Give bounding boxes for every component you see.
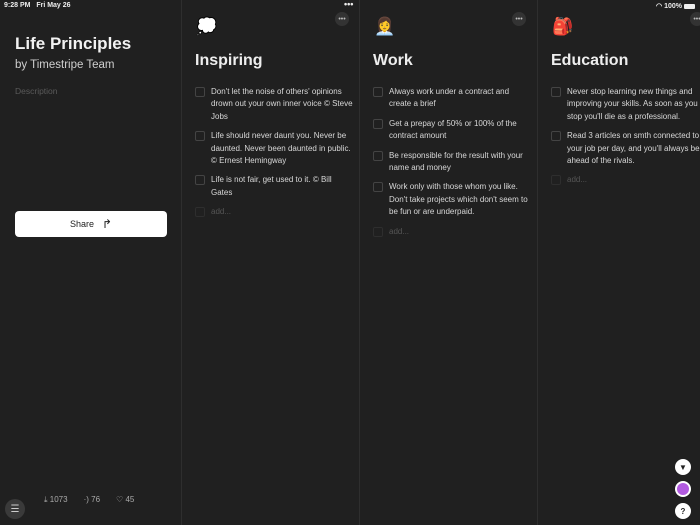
task-checkbox[interactable] xyxy=(195,87,205,97)
task-item: Never stop learning new things and impro… xyxy=(551,86,700,123)
task-item: Life is not fair, get used to it. © Bill… xyxy=(195,174,355,199)
add-task[interactable]: add... xyxy=(195,206,355,218)
column-title: Education xyxy=(551,52,629,69)
task-text[interactable]: Be responsible for the result with your … xyxy=(389,150,533,175)
menu-button[interactable]: ☰ xyxy=(5,499,25,519)
column-title: Inspiring xyxy=(195,52,263,69)
task-item: Don't let the noise of others' opinions … xyxy=(195,86,355,123)
task-checkbox[interactable] xyxy=(551,87,561,97)
task-item: Read 3 articles on smth connected to you… xyxy=(551,130,700,167)
column-emoji-icon: 💭 xyxy=(196,17,218,36)
description-field[interactable]: Description xyxy=(15,86,58,96)
board-stats: ⤓ 1073 ·) 76 ♡ 45 xyxy=(44,495,134,505)
task-item: Get a prepay of 50% or 100% of the contr… xyxy=(373,118,533,143)
color-swatch-icon xyxy=(677,483,689,495)
task-checkbox[interactable] xyxy=(195,131,205,142)
add-task-placeholder[interactable]: add... xyxy=(389,226,409,238)
task-text[interactable]: Don't let the noise of others' opinions … xyxy=(211,86,355,123)
task-text[interactable]: Work only with those whom you like. Don'… xyxy=(389,181,533,218)
task-list: Always work under a contract and create … xyxy=(373,86,533,245)
column-work: 👩‍💼 ••• Work Always work under a contract… xyxy=(359,0,537,525)
task-checkbox xyxy=(373,226,383,237)
help-button[interactable]: ? xyxy=(675,503,691,519)
download-icon: ⤓ xyxy=(44,495,48,504)
task-checkbox[interactable] xyxy=(195,175,205,186)
add-task-placeholder[interactable]: add... xyxy=(567,174,587,186)
task-checkbox[interactable] xyxy=(373,182,383,193)
task-list: Never stop learning new things and impro… xyxy=(551,86,700,194)
task-item: Life should never daunt you. Never be da… xyxy=(195,130,355,167)
column-emoji-icon: 🎒 xyxy=(552,17,574,36)
task-checkbox xyxy=(551,175,561,186)
column-more-button[interactable]: ••• xyxy=(335,12,349,26)
filter-button[interactable]: ▼ xyxy=(675,459,691,475)
task-checkbox xyxy=(195,207,205,218)
task-text[interactable]: Life should never daunt you. Never be da… xyxy=(211,130,355,167)
task-text[interactable]: Life is not fair, get used to it. © Bill… xyxy=(211,174,355,199)
theme-color-button[interactable] xyxy=(675,481,691,497)
share-label: Share xyxy=(69,219,94,229)
board-info-panel: Life Principles by Timestripe Team Descr… xyxy=(0,0,181,525)
column-title: Work xyxy=(373,52,413,69)
task-text[interactable]: Never stop learning new things and impro… xyxy=(567,86,700,123)
task-checkbox[interactable] xyxy=(373,118,383,129)
column-emoji-icon: 👩‍💼 xyxy=(374,17,396,36)
task-checkbox[interactable] xyxy=(373,150,383,161)
task-checkbox[interactable] xyxy=(373,87,383,97)
share-arrow-icon: ↱ xyxy=(101,217,113,231)
shares-stat: ·) 76 xyxy=(83,495,101,504)
task-item: Work only with those whom you like. Don'… xyxy=(373,181,533,218)
task-text[interactable]: Get a prepay of 50% or 100% of the contr… xyxy=(389,118,533,143)
share-waves-icon: ·) xyxy=(83,495,89,504)
task-checkbox[interactable] xyxy=(551,131,561,142)
task-item: Always work under a contract and create … xyxy=(373,86,533,111)
column-more-button[interactable]: ••• xyxy=(512,12,526,26)
task-item: Be responsible for the result with your … xyxy=(373,150,533,175)
add-task[interactable]: add... xyxy=(373,226,533,238)
likes-stat[interactable]: ♡ 45 xyxy=(116,495,134,505)
task-list: Don't let the noise of others' opinions … xyxy=(195,86,355,226)
add-task-placeholder[interactable]: add... xyxy=(211,206,231,218)
board-title: Life Principles xyxy=(15,34,132,53)
filter-icon: ▼ xyxy=(679,462,687,472)
board-author: by Timestripe Team xyxy=(15,59,115,71)
task-text[interactable]: Always work under a contract and create … xyxy=(389,86,533,111)
column-more-button[interactable]: ••• xyxy=(690,12,700,26)
add-task[interactable]: add... xyxy=(551,174,700,186)
task-text[interactable]: Read 3 articles on smth connected to you… xyxy=(567,130,700,167)
help-icon: ? xyxy=(680,506,686,516)
downloads-stat: ⤓ 1073 xyxy=(44,495,68,504)
column-education: 🎒 ••• Education Never stop learning new t… xyxy=(537,0,700,525)
share-button[interactable]: Share ↱ xyxy=(15,211,167,237)
column-inspiring: 💭 ••• Inspiring Don't let the noise of ot… xyxy=(181,0,359,525)
heart-icon: ♡ xyxy=(116,495,124,504)
